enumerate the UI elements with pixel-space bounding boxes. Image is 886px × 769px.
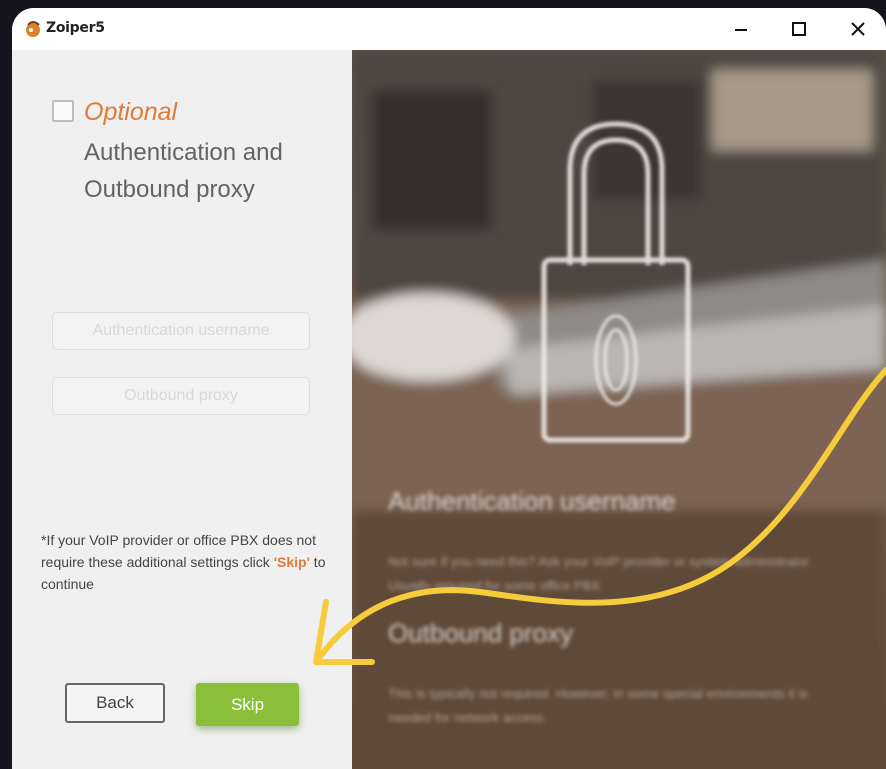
auth-username-input[interactable] xyxy=(52,312,310,350)
info-heading-auth: Authentication username xyxy=(388,486,676,516)
background-illustration xyxy=(352,50,886,769)
blurred-desk-scene xyxy=(352,50,886,769)
back-button[interactable]: Back xyxy=(65,683,165,723)
zoiper-logo-icon xyxy=(26,21,40,37)
skip-hint-note: *If your VoIP provider or office PBX doe… xyxy=(41,529,341,595)
info-text-auth: Not sure if you need this? Ask your VoIP… xyxy=(388,554,812,593)
title-bar: Zoiper5 xyxy=(12,8,886,50)
close-icon xyxy=(851,22,865,36)
outbound-proxy-input[interactable] xyxy=(52,377,310,415)
optional-label: Optional xyxy=(84,98,178,126)
info-panel: Authentication username Not sure if you … xyxy=(352,50,886,769)
minimize-icon xyxy=(735,29,747,31)
info-text-proxy: This is typically not required. However,… xyxy=(388,686,808,725)
maximize-button[interactable] xyxy=(782,14,816,44)
skip-button[interactable]: Skip xyxy=(196,683,299,726)
optional-checkbox[interactable] xyxy=(52,100,74,122)
note-skip-word: 'Skip' xyxy=(273,554,310,570)
section-heading: Authentication and Outbound proxy xyxy=(84,139,283,203)
maximize-icon xyxy=(792,22,806,36)
minimize-button[interactable] xyxy=(724,14,758,44)
settings-panel: Optional Authentication and Outbound pro… xyxy=(12,50,352,769)
window-title: Zoiper5 xyxy=(46,20,105,36)
app-window: Zoiper5 Optional Authentication and Outb… xyxy=(12,8,886,769)
info-heading-proxy: Outbound proxy xyxy=(388,618,574,648)
close-button[interactable] xyxy=(841,14,875,44)
